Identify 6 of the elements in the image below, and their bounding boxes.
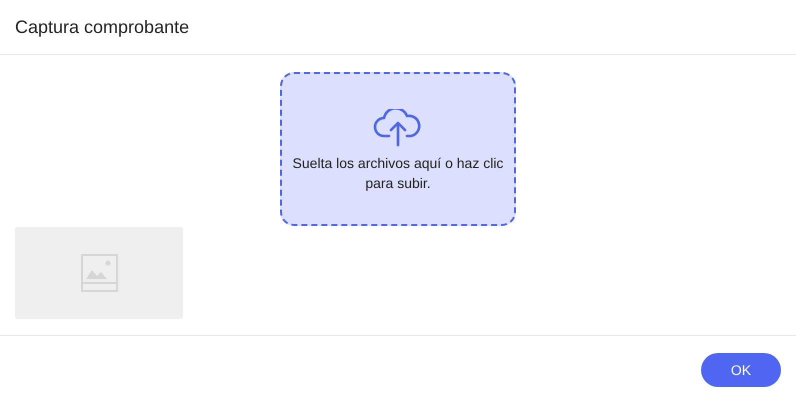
upload-dropzone[interactable]: Suelta los archivos aquí o haz clic para subir. (280, 72, 516, 226)
dropzone-text: Suelta los archivos aquí o haz clic para subir. (292, 154, 504, 193)
ok-button[interactable]: OK (701, 353, 781, 387)
image-placeholder-icon (80, 254, 118, 292)
dialog-title: Captura comprobante (15, 16, 190, 39)
cloud-upload-icon (373, 109, 423, 147)
